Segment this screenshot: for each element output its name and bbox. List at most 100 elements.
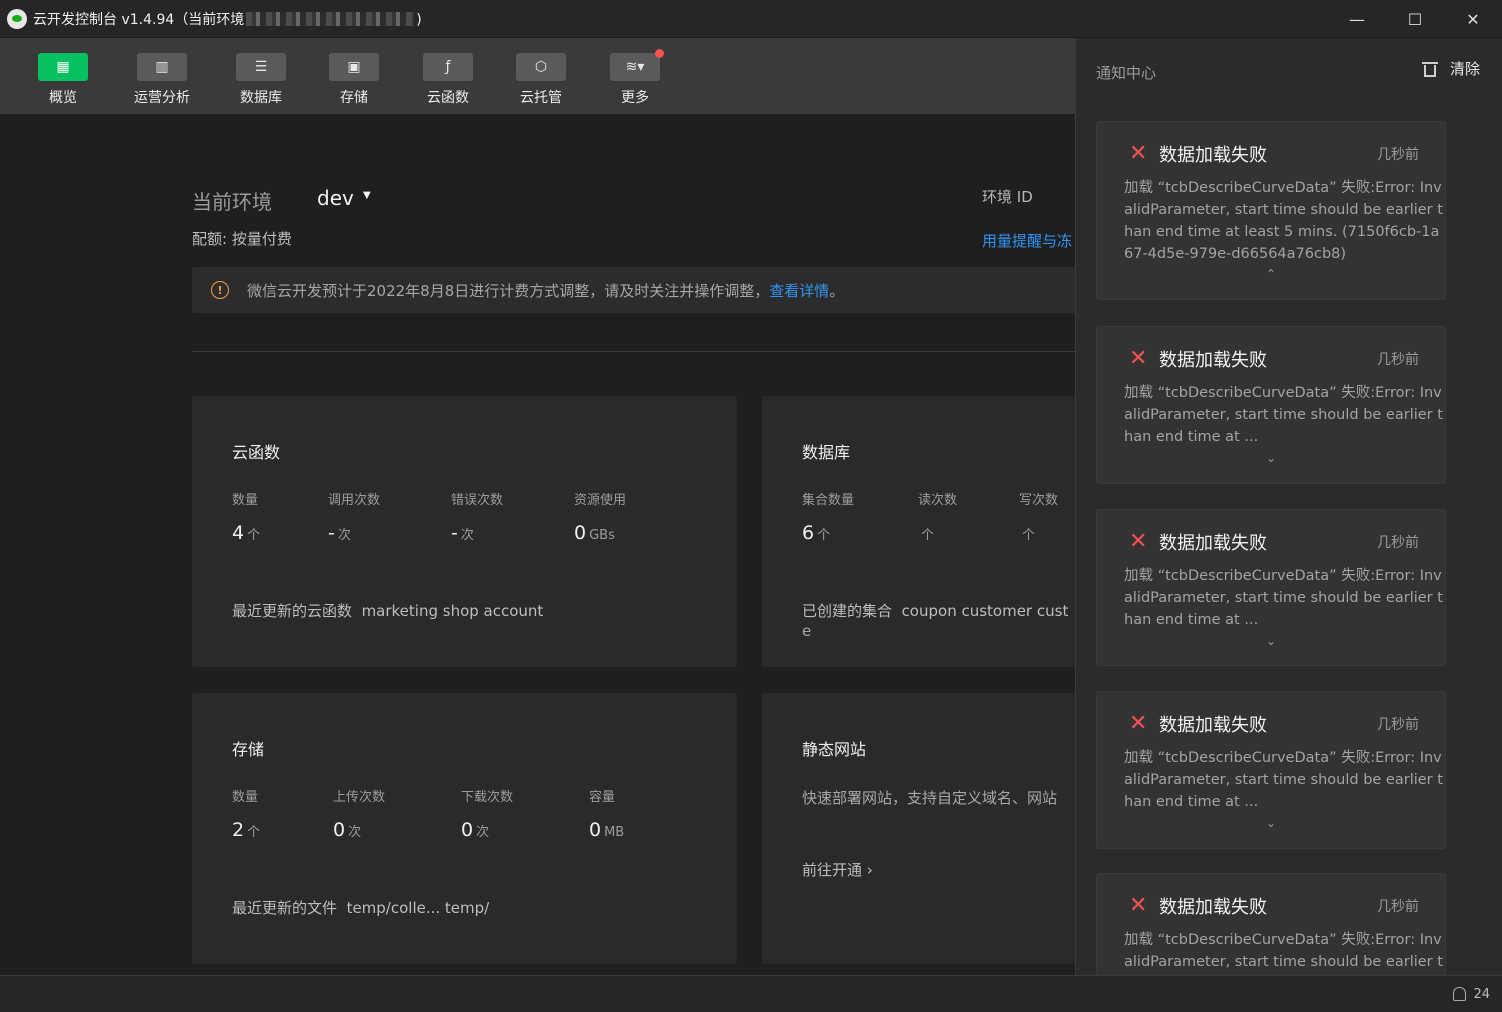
toolbar-cloudrun[interactable]: ⬡ 云托管 [501, 53, 581, 107]
layers-glyph: ≋▾ [625, 59, 645, 75]
notification-title: 数据加载失败 [1159, 145, 1267, 166]
storage-card: 存储 数量 上传次数 下载次数 容量 2个 0次 0次 0 MB 最近更新的文件 … [192, 693, 737, 964]
chevron-down-icon[interactable]: ⌄ [1097, 634, 1445, 648]
recent-function-list[interactable]: marketing shop account [362, 602, 544, 620]
notification-title: 数据加载失败 [1159, 897, 1267, 918]
env-selector[interactable]: dev [317, 186, 354, 210]
notification-body: 加载 “tcbDescribeCurveData” 失败:Error: Inva… [1124, 568, 1443, 628]
save-icon: ▣ [329, 53, 379, 81]
chevron-up-icon[interactable]: ⌃ [1097, 267, 1445, 281]
stat-label: 调用次数 [328, 493, 381, 508]
clear-notifications-button[interactable]: 清除 [1421, 58, 1480, 79]
recent-label: 已创建的集合 [802, 602, 893, 620]
billing-notice: ! 微信云开发预计于2022年8月8日进行计费方式调整，请及时关注并操作调整， … [192, 267, 1075, 313]
env-label: 当前环境 [192, 190, 272, 214]
minimize-button[interactable]: — [1328, 0, 1386, 38]
stat-value: 0 GBs [574, 522, 615, 544]
chevron-right-icon: › [866, 861, 873, 879]
notification-title: 数据加载失败 [1159, 350, 1267, 371]
maximize-button[interactable]: ☐ [1386, 0, 1444, 38]
stat-value: 0 MB [589, 819, 625, 841]
toolbar-label: 数据库 [240, 90, 282, 106]
stat-value: 个 [921, 528, 935, 543]
notice-text: 微信云开发预计于2022年8月8日进行计费方式调整，请及时关注并操作调整， [247, 281, 770, 300]
database-icon: ☰ [236, 53, 286, 81]
collection-list-wrap: e [802, 622, 812, 640]
stat-label: 下载次数 [461, 790, 514, 805]
notification-title: 数据加载失败 [1159, 533, 1267, 554]
notification-dot [655, 49, 664, 58]
card-title: 静态网站 [802, 740, 867, 759]
card-title: 存储 [232, 740, 265, 759]
static-site-card: 静态网站 快速部署网站，支持自定义域名、网站 前往开通 › [762, 693, 1075, 964]
notification-item[interactable]: ✕ 数据加载失败 几秒前 加载 “tcbDescribeCurveData” 失… [1096, 509, 1446, 666]
notification-body: 加载 “tcbDescribeCurveData” 失败:Error: Inva… [1124, 180, 1443, 262]
created-collections: 已创建的集合 coupon customer cust [802, 600, 1068, 621]
layers-icon: ≋▾ [610, 49, 664, 81]
notification-item[interactable]: ✕ 数据加载失败 几秒前 加载 “tcbDescribeCurveData” 失… [1096, 326, 1446, 484]
collection-list[interactable]: coupon customer cust [902, 602, 1069, 620]
notification-title: 数据加载失败 [1159, 715, 1267, 736]
notification-item[interactable]: ✕ 数据加载失败 几秒前 加载 “tcbDescribeCurveData” 失… [1096, 873, 1446, 975]
usage-alert-link[interactable]: 用量提醒与冻 [982, 230, 1072, 251]
toolbar-more[interactable]: ≋▾ 更多 [595, 49, 675, 107]
notice-details-link[interactable]: 查看详情 [769, 280, 829, 301]
stat-value: 0次 [461, 819, 490, 841]
clear-label: 清除 [1449, 60, 1480, 78]
bar-chart-icon: ▥ [137, 53, 187, 81]
toolbar-label: 存储 [340, 90, 368, 106]
stat-label: 容量 [589, 790, 616, 805]
stat-value: 0次 [333, 819, 362, 841]
stat-value: -次 [328, 522, 351, 544]
card-title: 云函数 [232, 443, 281, 462]
toolbar-functions[interactable]: ƒ 云函数 [408, 53, 488, 107]
chevron-down-icon[interactable]: ⌄ [1097, 451, 1445, 465]
trash-icon [1421, 60, 1438, 78]
static-site-desc: 快速部署网站，支持自定义域名、网站 [802, 789, 1058, 807]
toolbar-overview[interactable]: ▦ 概览 [23, 53, 103, 107]
recent-file-list[interactable]: temp/colle... temp/ [347, 899, 490, 917]
card-title: 数据库 [802, 443, 851, 462]
main-content: 当前环境 dev ▼ 环境 ID 配额: 按量付费 用量提醒与冻 ! 微信云开发… [0, 114, 1075, 975]
toolbar-storage[interactable]: ▣ 存储 [314, 53, 394, 107]
functions-card: 云函数 数量 调用次数 错误次数 资源使用 4个 -次 -次 0 GBs 最近更新… [192, 396, 737, 667]
toolbar-label: 云托管 [520, 90, 562, 106]
caret-down-icon[interactable]: ▼ [363, 190, 371, 201]
notification-body: 加载 “tcbDescribeCurveData” 失败:Error: Inva… [1124, 750, 1443, 810]
enable-label: 前往开通 [802, 861, 863, 879]
toolbar-database[interactable]: ☰ 数据库 [221, 53, 301, 107]
error-icon: ✕ [1129, 893, 1148, 918]
stat-label: 写次数 [1019, 493, 1059, 508]
toolbar-analytics[interactable]: ▥ 运营分析 [122, 53, 202, 107]
stat-value: 4个 [232, 522, 261, 544]
toolbar-label: 概览 [49, 90, 77, 106]
notification-time: 几秒前 [1377, 717, 1419, 733]
error-icon: ✕ [1129, 529, 1148, 554]
recent-label: 最近更新的文件 [232, 899, 338, 917]
recent-label: 最近更新的云函数 [232, 602, 353, 620]
recent-functions: 最近更新的云函数 marketing shop account [232, 600, 543, 621]
notification-item[interactable]: ✕ 数据加载失败 几秒前 加载 “tcbDescribeCurveData” 失… [1096, 691, 1446, 849]
toolbar-label: 更多 [621, 90, 649, 106]
status-bar: 24 [0, 975, 1502, 1012]
chevron-down-icon[interactable]: ⌄ [1097, 816, 1445, 830]
notification-body: 加载 “tcbDescribeCurveData” 失败:Error: Inva… [1124, 932, 1443, 970]
title-bar: 云开发控制台 v1.4.94（当前环境) — ☐ ✕ [0, 0, 1502, 38]
window-title-suffix: ) [416, 11, 422, 28]
notification-time: 几秒前 [1377, 147, 1419, 163]
stat-value: -次 [451, 522, 474, 544]
stat-label: 错误次数 [451, 493, 504, 508]
toolbar-label: 云函数 [427, 90, 469, 106]
cube-icon: ⬡ [516, 53, 566, 81]
stat-value: 个 [1022, 528, 1036, 543]
notification-count[interactable]: 24 [1473, 987, 1490, 1002]
notification-item[interactable]: ✕ 数据加载失败 几秒前 加载 “tcbDescribeCurveData” 失… [1096, 121, 1446, 300]
stat-label: 读次数 [918, 493, 958, 508]
notification-time: 几秒前 [1377, 352, 1419, 368]
close-button[interactable]: ✕ [1444, 0, 1502, 38]
enable-static-site-link[interactable]: 前往开通 › [802, 859, 873, 880]
warning-icon: ! [211, 281, 229, 299]
error-icon: ✕ [1129, 346, 1148, 371]
bell-icon[interactable] [1453, 987, 1466, 1001]
notification-body: 加载 “tcbDescribeCurveData” 失败:Error: Inva… [1124, 385, 1443, 445]
